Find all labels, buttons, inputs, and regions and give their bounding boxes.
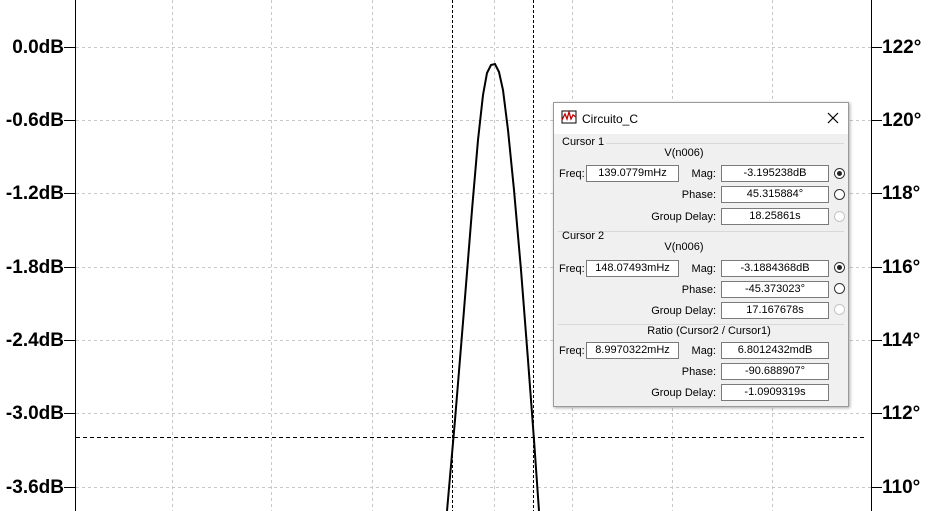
probe-waveform-icon [561, 110, 577, 124]
cursor2-phase-radio[interactable] [834, 283, 845, 294]
ratio-phase-label: Phase: [681, 366, 716, 378]
cursor2-group-delay-radio [834, 304, 845, 315]
cursor1-mag-field[interactable]: -3.195238dB [721, 165, 829, 182]
ratio-freq-label: Freq: [559, 345, 585, 357]
cursor2-phase-label: Phase: [681, 284, 716, 296]
ratio-phase-field[interactable]: -90.688907° [721, 363, 829, 380]
right-axis-label: 120° [882, 110, 922, 131]
cursor1-trace-name: V(n006) [664, 147, 704, 159]
left-axis-label: -0.6dB [5, 110, 64, 131]
right-axis-ticks [871, 47, 882, 488]
cursor1-group-delay-field[interactable]: 18.25861s [721, 208, 829, 225]
cursor1-freq-field[interactable]: 139.0779mHz [586, 165, 679, 182]
cursor2-group-delay-label: Group Delay: [651, 305, 716, 317]
ratio-freq-field[interactable]: 8.9970322mHz [586, 342, 679, 359]
right-axis-label: 122° [882, 37, 922, 58]
cursor1-phase-radio[interactable] [834, 189, 845, 200]
cursor1-mag-radio[interactable] [834, 168, 845, 179]
close-icon[interactable] [824, 109, 842, 127]
magnitude-curve [446, 62, 540, 511]
cursor2-mag-field[interactable]: -3.1884368dB [721, 260, 829, 277]
right-axis-label: 116° [882, 257, 921, 278]
cursor-dialog[interactable]: Circuito_C Cursor 1 V(n006) Freq: 139.07… [553, 102, 849, 407]
left-axis-label: -1.8dB [5, 257, 64, 278]
ratio-mag-field[interactable]: 6.8012432mdB [721, 342, 829, 359]
ratio-section-title: Ratio (Cursor2 / Cursor1) [647, 325, 771, 337]
cursor1-group-delay-radio [834, 211, 845, 222]
right-axis-label: 112° [882, 403, 921, 424]
cursor1-freq-label: Freq: [559, 168, 585, 180]
cursor1-group-delay-label: Group Delay: [651, 211, 716, 223]
dialog-titlebar[interactable]: Circuito_C [554, 103, 848, 134]
left-axis-label: 0.0dB [12, 37, 64, 58]
right-axis-label: 114° [882, 330, 921, 351]
ratio-group-delay-field[interactable]: -1.0909319s [721, 384, 829, 401]
ratio-mag-label: Mag: [691, 345, 716, 357]
left-axis-label: -3.6dB [5, 477, 64, 498]
cursor2-freq-field[interactable]: 148.07493mHz [586, 260, 679, 277]
cursor1-phase-field[interactable]: 45.315884° [721, 186, 829, 203]
cursor2-trace-name: V(n006) [664, 241, 704, 253]
left-axis-label: -2.4dB [5, 330, 64, 351]
cursor2-mag-label: Mag: [691, 263, 716, 275]
cursor2-group-delay-field[interactable]: 17.167678s [721, 302, 829, 319]
left-axis-label: -1.2dB [5, 183, 64, 204]
cursor2-mag-radio[interactable] [834, 262, 845, 273]
cursor1-mag-label: Mag: [691, 168, 716, 180]
dialog-title: Circuito_C [582, 112, 639, 126]
left-axis-ticks [64, 47, 76, 488]
cursor1-phase-label: Phase: [681, 189, 716, 201]
ratio-group-delay-label: Group Delay: [651, 387, 716, 399]
right-axis-label: 110° [882, 477, 921, 498]
right-axis-label: 118° [882, 183, 921, 204]
cursor2-freq-label: Freq: [559, 263, 585, 275]
cursor2-phase-field[interactable]: -45.373023° [721, 281, 829, 298]
left-axis-label: -3.0dB [5, 403, 64, 424]
cursor1-section-title: Cursor 1 [562, 136, 605, 148]
cursor2-section-title: Cursor 2 [562, 230, 605, 242]
